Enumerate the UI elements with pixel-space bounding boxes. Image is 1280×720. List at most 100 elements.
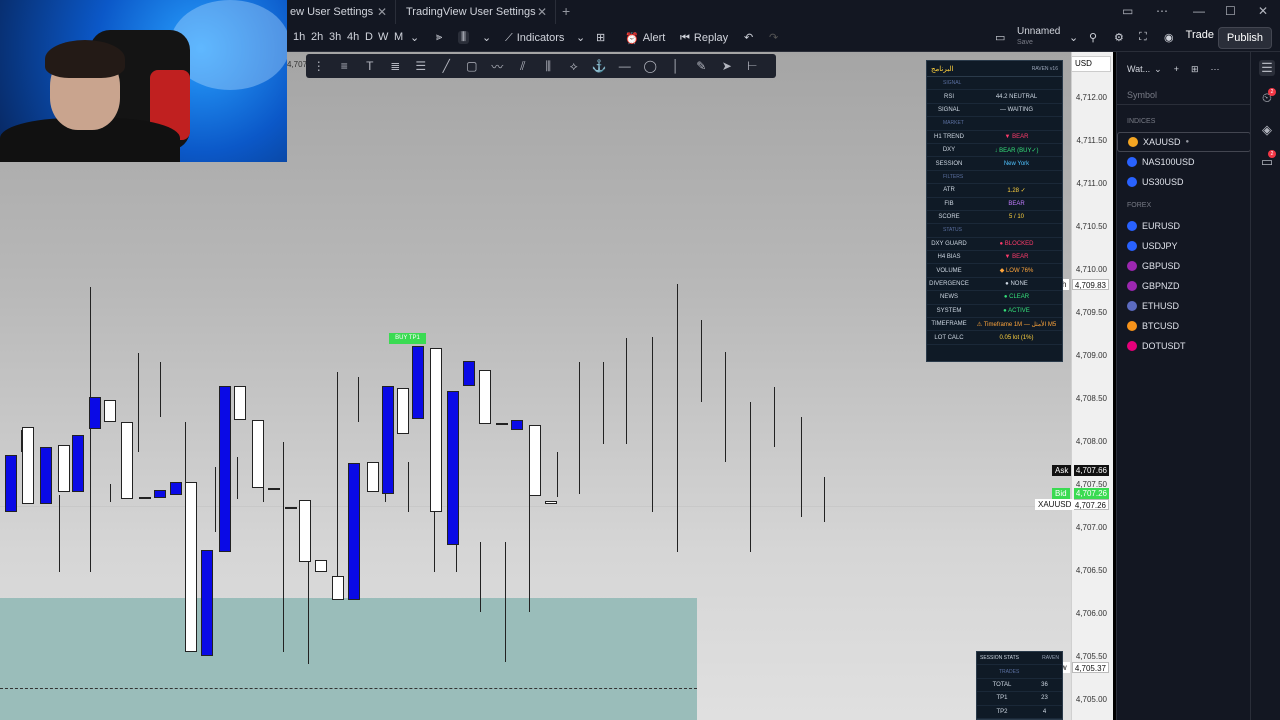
interval-1h[interactable]: 1h bbox=[293, 31, 305, 43]
stats-section: TRADES bbox=[977, 665, 1062, 679]
symbol-logo-icon bbox=[1127, 261, 1137, 271]
raven-header: البرنامج RAVEN v16 bbox=[927, 61, 1062, 77]
zigzag-icon[interactable]: 〰 bbox=[485, 58, 511, 75]
column-symbol: Symbol bbox=[1127, 90, 1158, 100]
align-icon[interactable]: ≡ bbox=[332, 59, 358, 73]
interval-d[interactable]: D bbox=[365, 31, 373, 43]
person-hair bbox=[45, 40, 125, 78]
anchor-icon[interactable]: ⚓ bbox=[587, 59, 613, 73]
ellipse-icon[interactable]: ◯ bbox=[638, 59, 664, 73]
replay-button[interactable]: ⏮ Replay bbox=[680, 28, 728, 48]
ask-price-label: 4,707.66 bbox=[1073, 465, 1109, 476]
more-icon[interactable]: ⋯ bbox=[1156, 4, 1168, 18]
interval-2h[interactable]: 2h bbox=[311, 31, 323, 43]
lines-icon[interactable]: ≣ bbox=[383, 59, 409, 73]
watchlist-item[interactable]: USDJPY bbox=[1117, 236, 1251, 256]
interval-4h[interactable]: 4h bbox=[347, 31, 359, 43]
window-close-icon[interactable]: ✕ bbox=[1258, 4, 1268, 18]
brush-icon[interactable]: ✎ bbox=[689, 59, 715, 73]
bid-price-label: 4,707.26 bbox=[1073, 488, 1109, 499]
tab-user-settings-2[interactable]: TradingView User Settings ✕ bbox=[396, 0, 556, 24]
trade-button[interactable]: Trade bbox=[1186, 29, 1214, 41]
publish-button[interactable]: Publish bbox=[1217, 27, 1272, 49]
raven-row: DXY ↓ BEAR (BUY✓) bbox=[927, 144, 1062, 158]
arrow-icon[interactable]: ➤ bbox=[714, 59, 740, 73]
interval-w[interactable]: W bbox=[378, 31, 388, 43]
camera-icon[interactable]: ◉ bbox=[1164, 31, 1174, 44]
candles-icon[interactable]: ⫼ bbox=[458, 31, 470, 44]
close-icon[interactable]: ✕ bbox=[537, 5, 547, 19]
watchlist-section-indices[interactable]: INDICES bbox=[1127, 118, 1155, 125]
vertical-line-icon[interactable]: │ bbox=[663, 59, 689, 73]
raven-value: ● NONE bbox=[1005, 281, 1028, 288]
watchlist-item[interactable]: BTCUSD bbox=[1117, 316, 1251, 336]
more-icon[interactable]: ⋯ bbox=[1211, 64, 1220, 75]
text-icon[interactable]: T bbox=[357, 59, 383, 73]
fullscreen-icon[interactable]: ⛶ bbox=[1139, 31, 1147, 44]
interval-m[interactable]: M bbox=[394, 31, 403, 43]
watchlist-item[interactable]: NAS100USD bbox=[1117, 152, 1251, 172]
interval-3h[interactable]: 3h bbox=[329, 31, 341, 43]
watchlist-item[interactable]: EURUSD bbox=[1117, 216, 1251, 236]
fib-icon[interactable]: ☰ bbox=[408, 59, 434, 73]
candle-wick bbox=[110, 484, 111, 502]
channel-icon[interactable]: ⫽ bbox=[510, 59, 536, 74]
ray-icon[interactable]: — bbox=[612, 59, 638, 73]
symbol-logo-icon bbox=[1127, 157, 1137, 167]
symbol-logo-icon bbox=[1127, 177, 1137, 187]
raven-key: DXY bbox=[942, 147, 956, 154]
redo-icon[interactable]: ↷ bbox=[769, 31, 778, 44]
grid-icon[interactable]: ⊞ bbox=[1191, 64, 1199, 75]
settings-icon[interactable]: ⚙ bbox=[1114, 31, 1124, 44]
raven-row: DXY GUARD ● BLOCKED bbox=[927, 238, 1062, 252]
watchlist-symbol: GBPUSD bbox=[1142, 261, 1181, 271]
rectangle-icon[interactable]: ▢ bbox=[459, 59, 485, 73]
monitor-icon[interactable]: ▭ bbox=[1122, 4, 1133, 18]
price-axis[interactable]: 4,712.00 4,711.50 4,711.00 4,710.50 4,71… bbox=[1071, 52, 1113, 720]
search-icon[interactable]: ⚲ bbox=[1089, 31, 1097, 44]
bars-icon[interactable]: ⫼ bbox=[536, 59, 562, 74]
watchlist-icon[interactable]: ☰ bbox=[1259, 60, 1275, 76]
new-tab-icon[interactable]: + bbox=[562, 3, 570, 19]
maximize-icon[interactable]: ☐ bbox=[1225, 4, 1236, 18]
minimize-icon[interactable]: — bbox=[1193, 4, 1205, 18]
chevron-down-icon[interactable]: ⌄ bbox=[410, 31, 419, 44]
pattern-icon[interactable]: ⟡ bbox=[561, 59, 587, 74]
watchlist-item[interactable]: ETHUSD bbox=[1117, 296, 1251, 316]
layout-toggle-icon[interactable]: ▭ bbox=[995, 31, 1005, 44]
watchlist-item[interactable]: XAUUSD ● bbox=[1117, 132, 1251, 152]
layout-name[interactable]: Unnamed Save bbox=[1017, 26, 1060, 48]
undo-icon[interactable]: ↶ bbox=[744, 31, 753, 44]
watchlist-item[interactable]: US30USD bbox=[1117, 172, 1251, 192]
drag-handle-icon[interactable]: ⋮ bbox=[306, 59, 332, 73]
layers-icon[interactable]: ◈ bbox=[1259, 122, 1275, 138]
currency-select[interactable]: USD bbox=[1071, 56, 1111, 72]
bar-style-icon[interactable]: ⫸ bbox=[436, 31, 442, 44]
indicators-button[interactable]: ⟋ Indicators bbox=[505, 28, 564, 48]
add-symbol-icon[interactable]: + bbox=[1174, 64, 1179, 74]
watchlist-item[interactable]: GBPNZD bbox=[1117, 276, 1251, 296]
tab-user-settings-1[interactable]: ew User Settings ✕ bbox=[280, 0, 396, 24]
trend-line-icon[interactable]: ╱ bbox=[434, 59, 460, 73]
measure-icon[interactable]: ⊢ bbox=[740, 59, 766, 73]
candle-body bbox=[397, 388, 409, 434]
chevron-down-icon[interactable]: ⌄ bbox=[1154, 64, 1162, 75]
replay-icon: ⏮ bbox=[680, 31, 690, 44]
layouts-icon[interactable]: ⊞ bbox=[596, 31, 605, 44]
alert-button[interactable]: ⏰ Alert bbox=[625, 28, 665, 48]
chevron-down-icon[interactable]: ⌄ bbox=[576, 31, 585, 44]
divider bbox=[1117, 104, 1251, 105]
chevron-down-icon[interactable]: ⌄ bbox=[482, 31, 491, 44]
watchlist-item[interactable]: GBPUSD bbox=[1117, 256, 1251, 276]
raven-value: ● CLEAR bbox=[1003, 294, 1030, 301]
watchlist-section-forex[interactable]: FOREX bbox=[1127, 202, 1151, 209]
watchlist-symbol: USDJPY bbox=[1142, 241, 1178, 251]
candle-wick bbox=[59, 495, 60, 572]
chevron-down-icon[interactable]: ⌄ bbox=[1069, 31, 1078, 44]
price-tick: 4,712.00 bbox=[1075, 93, 1107, 102]
watchlist-item[interactable]: DOTUSDT bbox=[1117, 336, 1251, 356]
watchlist-title[interactable]: Wat... bbox=[1127, 64, 1150, 74]
raven-row: SIGNAL — WAITING bbox=[927, 104, 1062, 118]
stats-value: 4 bbox=[1042, 708, 1047, 715]
close-icon[interactable]: ✕ bbox=[377, 5, 387, 19]
